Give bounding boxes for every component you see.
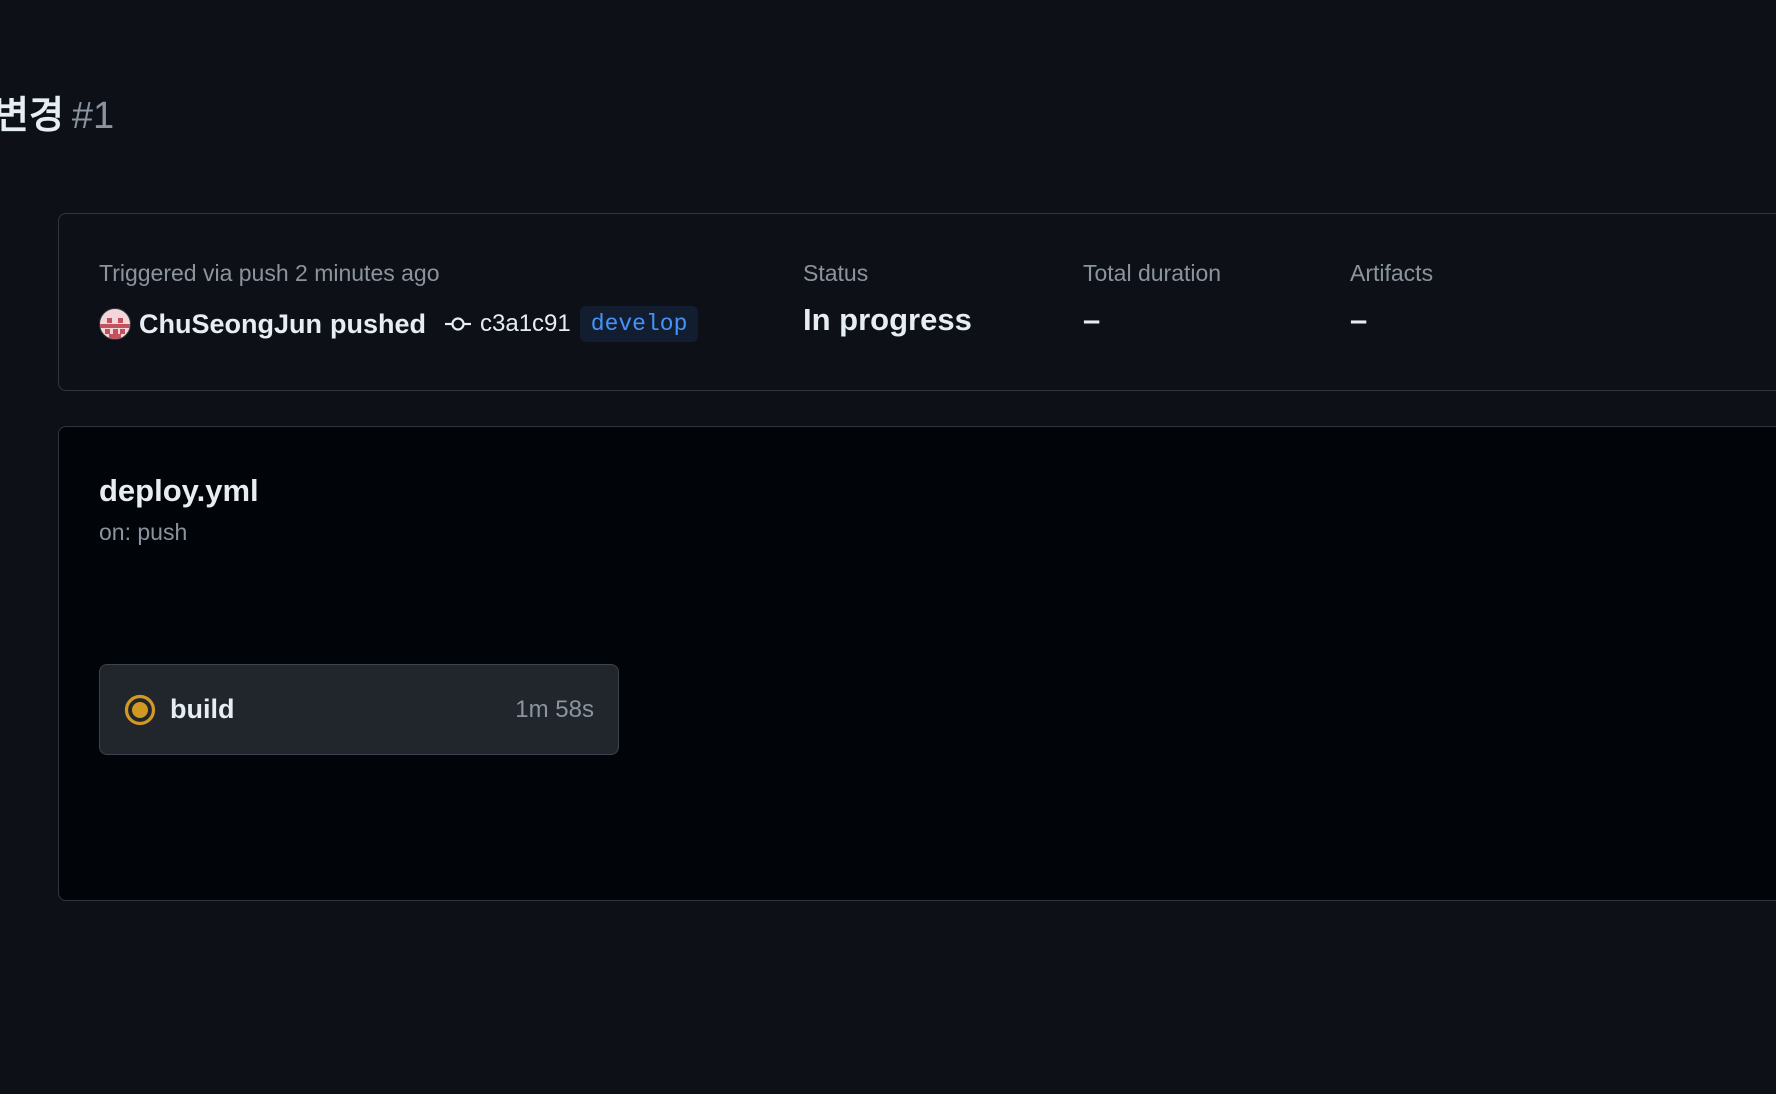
run-title-text: 변경	[0, 95, 64, 137]
in-progress-icon	[124, 694, 156, 726]
job-build[interactable]: build 1m 58s	[99, 664, 619, 755]
job-duration: 1m 58s	[515, 695, 594, 723]
artifacts-label: Artifacts	[1350, 260, 1434, 286]
total-duration-value: –	[1083, 302, 1101, 337]
job-name: build	[170, 694, 235, 724]
pushed-text: pushed	[330, 308, 427, 339]
git-commit-icon	[444, 314, 472, 334]
run-summary-card: Triggered via push 2 minutes ago ChuSeon…	[58, 213, 1776, 391]
pusher-row: ChuSeongJun pushed c3a1c91 develop	[99, 306, 699, 342]
status-label: Status	[803, 260, 869, 286]
trigger-info: Triggered via push 2 minutes ago	[99, 260, 440, 286]
run-number: #1	[71, 95, 115, 137]
run-title: 변경 #1	[0, 92, 114, 140]
branch-badge[interactable]: develop	[579, 306, 699, 342]
commit-sha-link[interactable]: c3a1c91	[480, 310, 571, 338]
workflow-graph-card: deploy.yml on: push build 1m 58s	[58, 426, 1776, 901]
artifacts-value: –	[1350, 302, 1368, 337]
workflow-trigger: on: push	[99, 519, 188, 545]
status-value: In progress	[803, 302, 972, 337]
pusher-link[interactable]: ChuSeongJun	[139, 309, 322, 340]
total-duration-label: Total duration	[1083, 260, 1222, 286]
workflow-run-page: 변경 #1 Triggered via push 2 minutes ago Ch…	[0, 0, 1776, 1094]
workflow-file-name[interactable]: deploy.yml	[99, 473, 259, 509]
avatar[interactable]	[99, 308, 131, 340]
